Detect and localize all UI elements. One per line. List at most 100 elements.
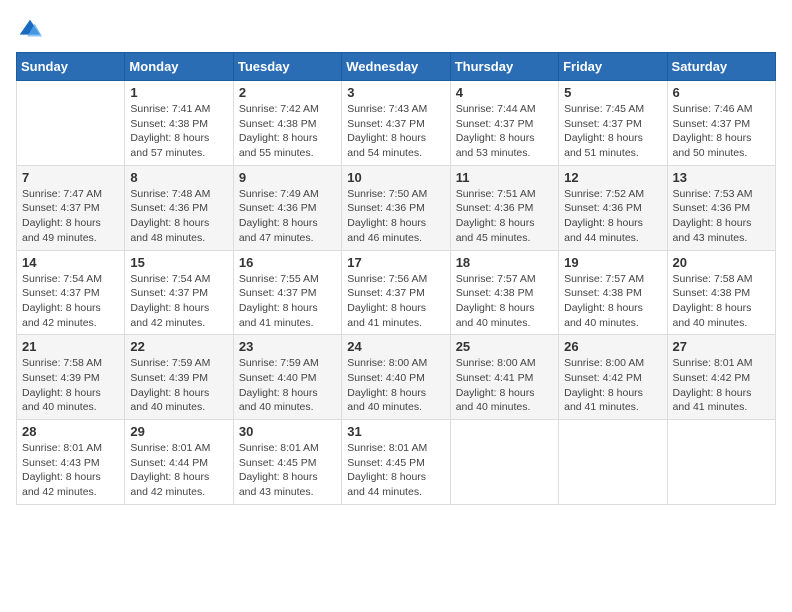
day-info: Sunrise: 7:59 AMSunset: 4:40 PMDaylight:… bbox=[239, 356, 336, 415]
day-number: 24 bbox=[347, 339, 444, 354]
day-number: 26 bbox=[564, 339, 661, 354]
day-number: 25 bbox=[456, 339, 553, 354]
day-number: 14 bbox=[22, 255, 119, 270]
day-info: Sunrise: 7:48 AMSunset: 4:36 PMDaylight:… bbox=[130, 187, 227, 246]
calendar-table: SundayMondayTuesdayWednesdayThursdayFrid… bbox=[16, 52, 776, 505]
calendar-week-row: 21Sunrise: 7:58 AMSunset: 4:39 PMDayligh… bbox=[17, 335, 776, 420]
calendar-cell: 12 Sunrise: 7:52 AMSunset: 4:36 PMDayligh… bbox=[559, 165, 667, 250]
calendar-cell: 14 Sunrise: 7:54 AMSunset: 4:37 PMDayligh… bbox=[17, 250, 125, 335]
calendar-cell: 1 Sunrise: 7:41 AMSunset: 4:38 PMDaylight… bbox=[125, 81, 233, 166]
day-info: Sunrise: 7:58 AMSunset: 4:39 PMDaylight:… bbox=[22, 356, 119, 415]
day-info: Sunrise: 7:54 AMSunset: 4:37 PMDaylight:… bbox=[22, 272, 119, 331]
day-info: Sunrise: 8:01 AMSunset: 4:45 PMDaylight:… bbox=[239, 441, 336, 500]
day-info: Sunrise: 8:01 AMSunset: 4:45 PMDaylight:… bbox=[347, 441, 444, 500]
calendar-cell: 3 Sunrise: 7:43 AMSunset: 4:37 PMDaylight… bbox=[342, 81, 450, 166]
day-number: 20 bbox=[673, 255, 770, 270]
calendar-cell: 6Sunrise: 7:46 AMSunset: 4:37 PMDaylight… bbox=[667, 81, 775, 166]
calendar-cell: 22Sunrise: 7:59 AMSunset: 4:39 PMDayligh… bbox=[125, 335, 233, 420]
day-info: Sunrise: 7:53 AMSunset: 4:36 PMDaylight:… bbox=[673, 187, 770, 246]
calendar-cell: 27Sunrise: 8:01 AMSunset: 4:42 PMDayligh… bbox=[667, 335, 775, 420]
calendar-cell: 30 Sunrise: 8:01 AMSunset: 4:45 PMDayligh… bbox=[233, 420, 341, 505]
calendar-day-header: Thursday bbox=[450, 53, 558, 81]
day-number: 12 bbox=[564, 170, 661, 185]
calendar-cell: 10 Sunrise: 7:50 AMSunset: 4:36 PMDayligh… bbox=[342, 165, 450, 250]
calendar-cell: 23 Sunrise: 7:59 AMSunset: 4:40 PMDayligh… bbox=[233, 335, 341, 420]
calendar-cell: 16 Sunrise: 7:55 AMSunset: 4:37 PMDayligh… bbox=[233, 250, 341, 335]
day-number: 31 bbox=[347, 424, 444, 439]
calendar-cell bbox=[450, 420, 558, 505]
day-info: Sunrise: 7:54 AMSunset: 4:37 PMDaylight:… bbox=[130, 272, 227, 331]
calendar-day-header: Tuesday bbox=[233, 53, 341, 81]
day-info: Sunrise: 7:43 AMSunset: 4:37 PMDaylight:… bbox=[347, 102, 444, 161]
calendar-cell: 7 Sunrise: 7:47 AMSunset: 4:37 PMDaylight… bbox=[17, 165, 125, 250]
day-number: 13 bbox=[673, 170, 770, 185]
day-info: Sunrise: 7:51 AMSunset: 4:36 PMDaylight:… bbox=[456, 187, 553, 246]
day-info: Sunrise: 7:46 AMSunset: 4:37 PMDaylight:… bbox=[673, 102, 770, 161]
calendar-cell: 25 Sunrise: 8:00 AMSunset: 4:41 PMDayligh… bbox=[450, 335, 558, 420]
calendar-week-row: 28 Sunrise: 8:01 AMSunset: 4:43 PMDayligh… bbox=[17, 420, 776, 505]
day-info: Sunrise: 7:47 AMSunset: 4:37 PMDaylight:… bbox=[22, 187, 119, 246]
day-number: 3 bbox=[347, 85, 444, 100]
calendar-cell: 8 Sunrise: 7:48 AMSunset: 4:36 PMDaylight… bbox=[125, 165, 233, 250]
day-number: 17 bbox=[347, 255, 444, 270]
day-info: Sunrise: 7:59 AMSunset: 4:39 PMDaylight:… bbox=[130, 356, 227, 415]
day-info: Sunrise: 7:41 AMSunset: 4:38 PMDaylight:… bbox=[130, 102, 227, 161]
calendar-cell: 11Sunrise: 7:51 AMSunset: 4:36 PMDayligh… bbox=[450, 165, 558, 250]
day-number: 2 bbox=[239, 85, 336, 100]
day-info: Sunrise: 7:44 AMSunset: 4:37 PMDaylight:… bbox=[456, 102, 553, 161]
day-number: 29 bbox=[130, 424, 227, 439]
calendar-cell: 13 Sunrise: 7:53 AMSunset: 4:36 PMDayligh… bbox=[667, 165, 775, 250]
day-number: 10 bbox=[347, 170, 444, 185]
day-number: 19 bbox=[564, 255, 661, 270]
calendar-header-row: SundayMondayTuesdayWednesdayThursdayFrid… bbox=[17, 53, 776, 81]
calendar-day-header: Saturday bbox=[667, 53, 775, 81]
calendar-cell bbox=[667, 420, 775, 505]
day-number: 5 bbox=[564, 85, 661, 100]
day-info: Sunrise: 7:56 AMSunset: 4:37 PMDaylight:… bbox=[347, 272, 444, 331]
calendar-cell: 28 Sunrise: 8:01 AMSunset: 4:43 PMDayligh… bbox=[17, 420, 125, 505]
calendar-cell: 24 Sunrise: 8:00 AMSunset: 4:40 PMDayligh… bbox=[342, 335, 450, 420]
day-number: 18 bbox=[456, 255, 553, 270]
day-number: 15 bbox=[130, 255, 227, 270]
day-info: Sunrise: 7:50 AMSunset: 4:36 PMDaylight:… bbox=[347, 187, 444, 246]
calendar-cell: 18 Sunrise: 7:57 AMSunset: 4:38 PMDayligh… bbox=[450, 250, 558, 335]
day-number: 16 bbox=[239, 255, 336, 270]
page-header bbox=[16, 16, 776, 44]
day-info: Sunrise: 7:49 AMSunset: 4:36 PMDaylight:… bbox=[239, 187, 336, 246]
calendar-week-row: 7 Sunrise: 7:47 AMSunset: 4:37 PMDaylight… bbox=[17, 165, 776, 250]
day-info: Sunrise: 8:00 AMSunset: 4:42 PMDaylight:… bbox=[564, 356, 661, 415]
calendar-cell: 21Sunrise: 7:58 AMSunset: 4:39 PMDayligh… bbox=[17, 335, 125, 420]
day-info: Sunrise: 7:42 AMSunset: 4:38 PMDaylight:… bbox=[239, 102, 336, 161]
day-info: Sunrise: 8:00 AMSunset: 4:40 PMDaylight:… bbox=[347, 356, 444, 415]
calendar-cell bbox=[559, 420, 667, 505]
calendar-day-header: Monday bbox=[125, 53, 233, 81]
day-number: 8 bbox=[130, 170, 227, 185]
calendar-cell: 2 Sunrise: 7:42 AMSunset: 4:38 PMDaylight… bbox=[233, 81, 341, 166]
day-info: Sunrise: 8:01 AMSunset: 4:43 PMDaylight:… bbox=[22, 441, 119, 500]
day-number: 1 bbox=[130, 85, 227, 100]
day-number: 23 bbox=[239, 339, 336, 354]
day-info: Sunrise: 7:58 AMSunset: 4:38 PMDaylight:… bbox=[673, 272, 770, 331]
day-number: 28 bbox=[22, 424, 119, 439]
calendar-cell: 5Sunrise: 7:45 AMSunset: 4:37 PMDaylight… bbox=[559, 81, 667, 166]
day-number: 9 bbox=[239, 170, 336, 185]
day-number: 30 bbox=[239, 424, 336, 439]
day-info: Sunrise: 7:57 AMSunset: 4:38 PMDaylight:… bbox=[456, 272, 553, 331]
calendar-cell: 31 Sunrise: 8:01 AMSunset: 4:45 PMDayligh… bbox=[342, 420, 450, 505]
calendar-cell: 9 Sunrise: 7:49 AMSunset: 4:36 PMDaylight… bbox=[233, 165, 341, 250]
calendar-day-header: Wednesday bbox=[342, 53, 450, 81]
calendar-week-row: 14 Sunrise: 7:54 AMSunset: 4:37 PMDayligh… bbox=[17, 250, 776, 335]
day-number: 7 bbox=[22, 170, 119, 185]
day-info: Sunrise: 7:55 AMSunset: 4:37 PMDaylight:… bbox=[239, 272, 336, 331]
calendar-body: 1 Sunrise: 7:41 AMSunset: 4:38 PMDaylight… bbox=[17, 81, 776, 505]
calendar-cell bbox=[17, 81, 125, 166]
calendar-cell: 26 Sunrise: 8:00 AMSunset: 4:42 PMDayligh… bbox=[559, 335, 667, 420]
calendar-cell: 4Sunrise: 7:44 AMSunset: 4:37 PMDaylight… bbox=[450, 81, 558, 166]
day-info: Sunrise: 8:00 AMSunset: 4:41 PMDaylight:… bbox=[456, 356, 553, 415]
logo-icon bbox=[16, 16, 44, 44]
day-info: Sunrise: 7:52 AMSunset: 4:36 PMDaylight:… bbox=[564, 187, 661, 246]
calendar-cell: 17 Sunrise: 7:56 AMSunset: 4:37 PMDayligh… bbox=[342, 250, 450, 335]
calendar-cell: 20 Sunrise: 7:58 AMSunset: 4:38 PMDayligh… bbox=[667, 250, 775, 335]
logo bbox=[16, 16, 48, 44]
calendar-cell: 19Sunrise: 7:57 AMSunset: 4:38 PMDayligh… bbox=[559, 250, 667, 335]
